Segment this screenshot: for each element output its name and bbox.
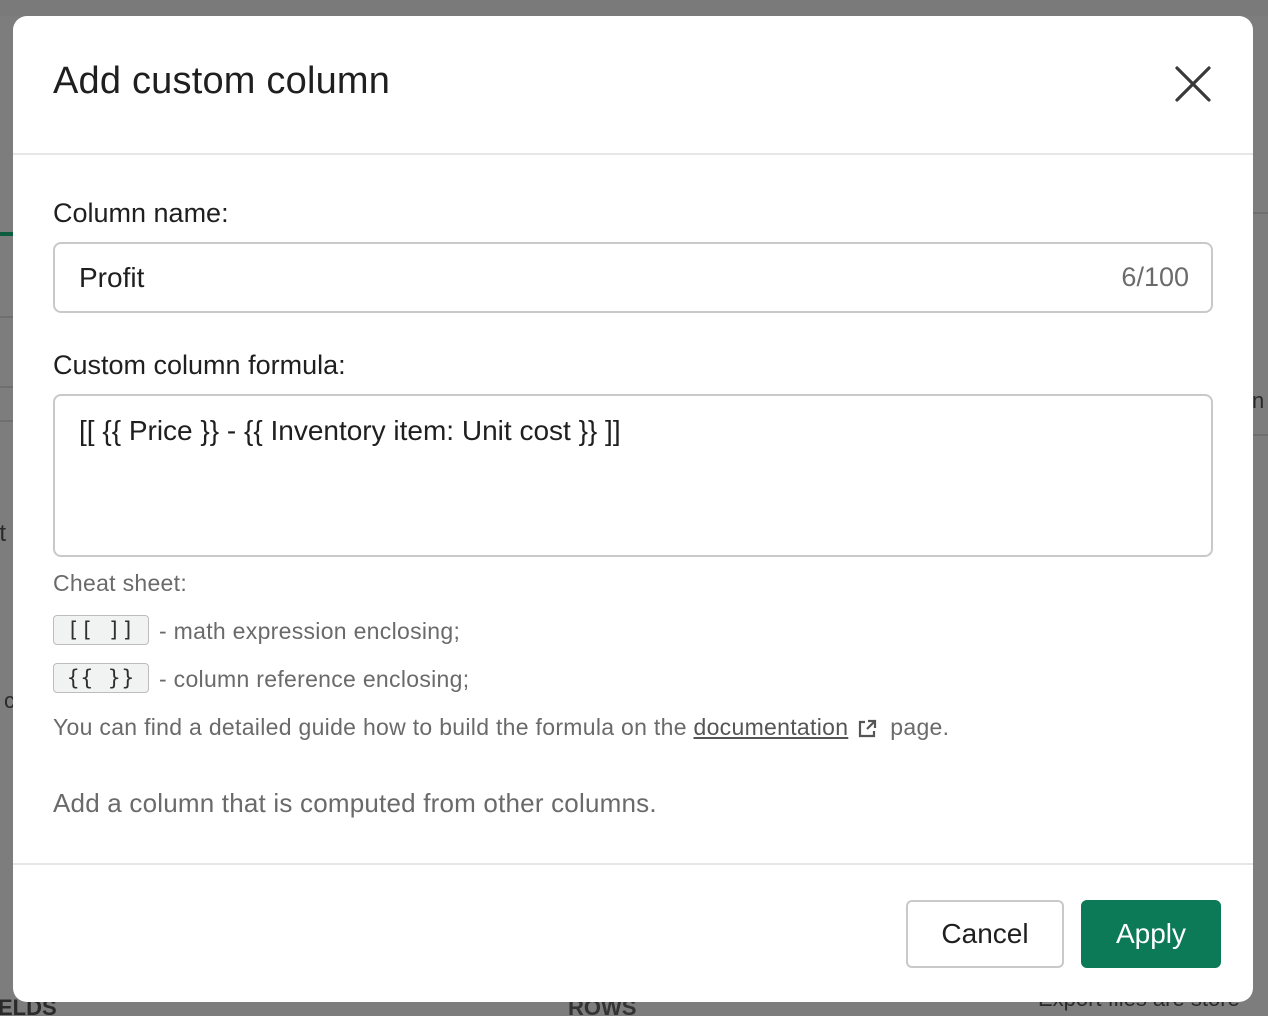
math-expression-description: - math expression enclosing; xyxy=(159,618,461,644)
dialog-title: Add custom column xyxy=(53,60,391,102)
apply-button[interactable]: Apply xyxy=(1081,900,1221,968)
bg-divider xyxy=(1253,434,1268,436)
column-name-label: Column name: xyxy=(53,198,229,228)
documentation-guide: You can find a detailed guide how to bui… xyxy=(53,714,949,741)
bg-divider xyxy=(0,386,13,388)
cheat-sheet-title: Cheat sheet: xyxy=(53,570,188,596)
dialog-header: Add custom column xyxy=(13,16,1253,155)
bg-text-fragment: n xyxy=(1252,388,1265,413)
formula-label: Custom column formula: xyxy=(53,350,346,380)
bg-text-fragment: lt xyxy=(0,520,6,547)
bg-divider xyxy=(0,420,13,422)
dialog-footer: Cancel Apply xyxy=(13,863,1253,1002)
documentation-link[interactable]: documentation xyxy=(694,714,849,740)
formula-value[interactable]: [[ {{ Price }} - {{ Inventory item: Unit… xyxy=(79,415,621,447)
close-icon xyxy=(1175,66,1211,102)
guide-suffix: page. xyxy=(890,714,950,740)
external-link-icon[interactable] xyxy=(856,718,878,740)
column-name-input[interactable]: Profit xyxy=(79,244,979,311)
guide-prefix: You can find a detailed guide how to bui… xyxy=(53,714,687,740)
math-expression-code: [[ ]] xyxy=(53,615,149,645)
formula-textarea[interactable]: [[ {{ Price }} - {{ Inventory item: Unit… xyxy=(53,394,1213,557)
dialog-description: Add a column that is computed from other… xyxy=(53,788,657,818)
column-reference-description: - column reference enclosing; xyxy=(159,666,470,692)
column-name-field[interactable]: Profit 6/100 xyxy=(53,242,1213,313)
cancel-button[interactable]: Cancel xyxy=(906,900,1064,968)
bg-divider xyxy=(1253,212,1268,214)
close-button[interactable] xyxy=(1171,62,1215,106)
add-custom-column-dialog: Add custom column Column name: Profit 6/… xyxy=(13,16,1253,1002)
column-reference-code: {{ }} xyxy=(53,663,149,693)
bg-divider xyxy=(0,316,13,318)
bg-top-strip xyxy=(0,0,1268,16)
bg-active-tab-indicator xyxy=(0,232,14,236)
character-counter: 6/100 xyxy=(1121,262,1189,292)
